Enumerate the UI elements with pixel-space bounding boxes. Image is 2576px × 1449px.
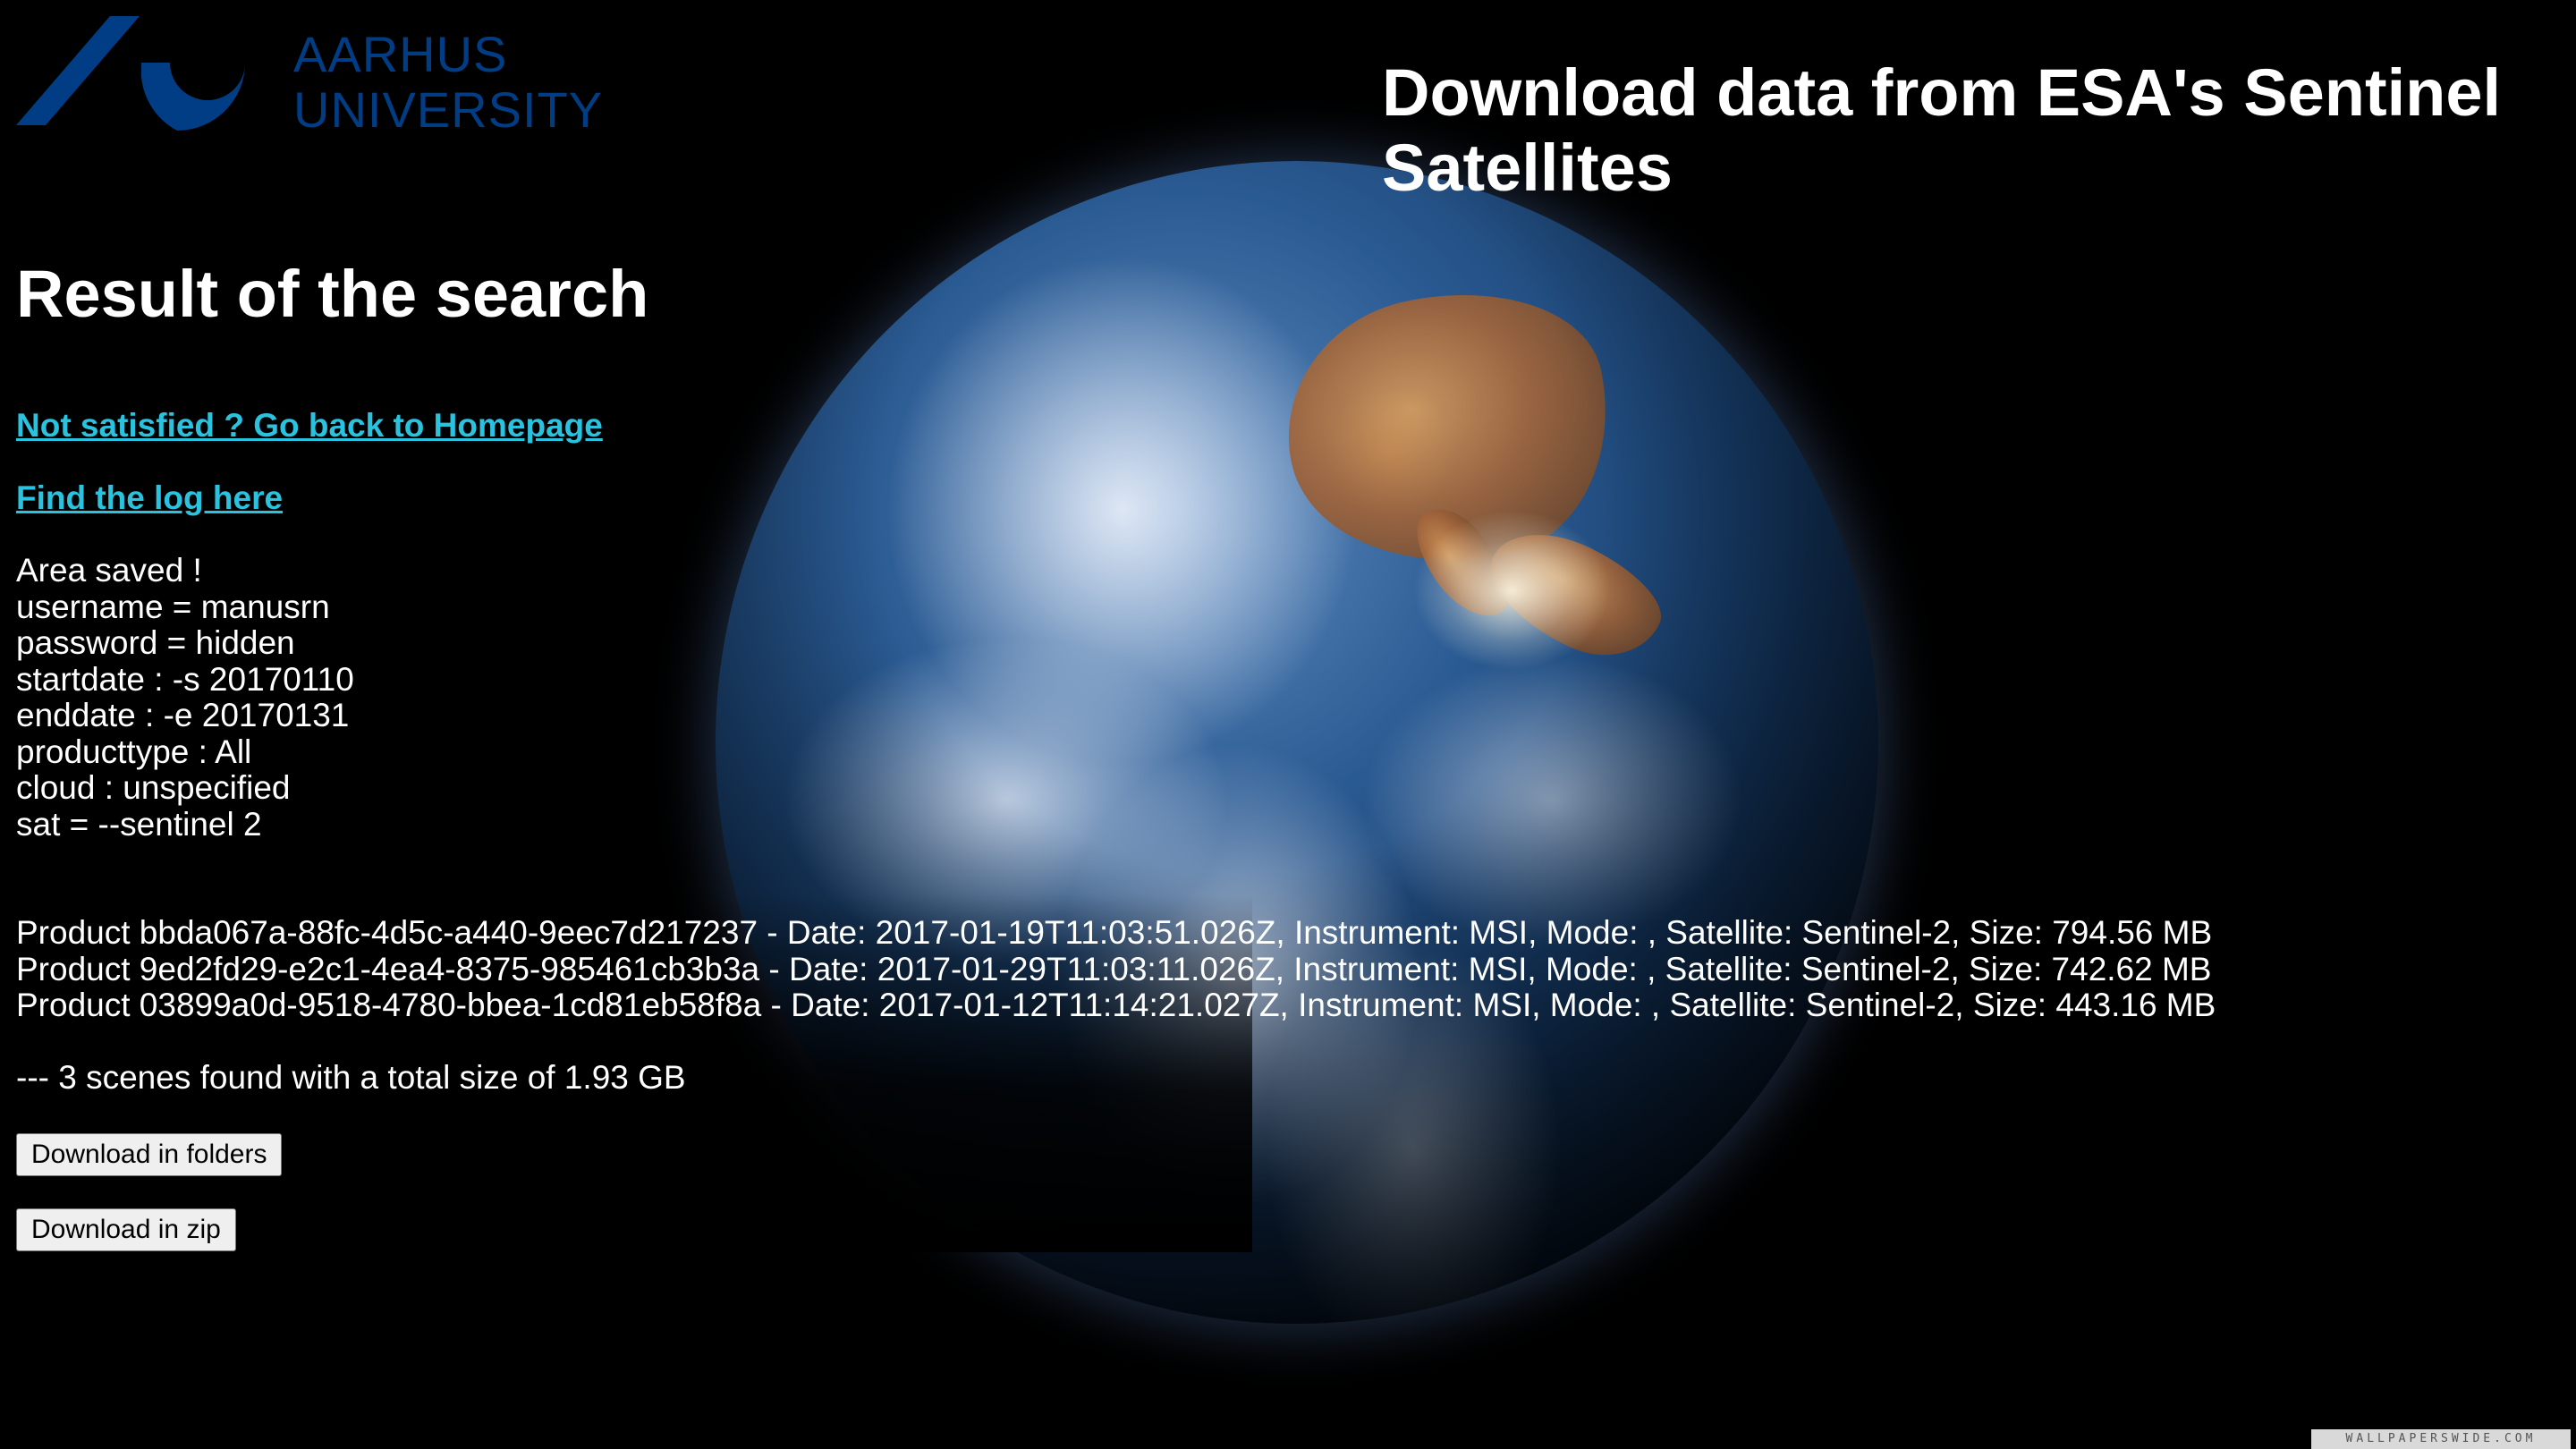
param-line: producttype : All bbox=[16, 733, 252, 770]
logo-line-2: UNIVERSITY bbox=[293, 81, 604, 138]
param-line: username = manusrn bbox=[16, 588, 330, 625]
param-line: enddate : -e 20170131 bbox=[16, 697, 350, 733]
product-line: Product 03899a0d-9518-4780-bbea-1cd81eb5… bbox=[16, 987, 2216, 1023]
results-summary: --- 3 scenes found with a total size of … bbox=[16, 1059, 686, 1096]
wallpaper-watermark: WALLPAPERSWIDE.COM bbox=[2311, 1429, 2571, 1449]
product-line: Product 9ed2fd29-e2c1-4ea4-8375-985461cb… bbox=[16, 950, 2212, 987]
search-parameters: Area saved ! username = manusrn password… bbox=[16, 552, 2342, 843]
log-link[interactable]: Find the log here bbox=[16, 479, 283, 517]
site-title: Download data from ESA's Sentinel Satell… bbox=[1382, 55, 2502, 205]
homepage-link[interactable]: Not satisfied ? Go back to Homepage bbox=[16, 407, 603, 445]
param-line: Area saved ! bbox=[16, 552, 202, 589]
param-line: startdate : -s 20170110 bbox=[16, 660, 354, 698]
download-zip-row: Download in zip bbox=[16, 1208, 236, 1251]
param-line: cloud : unspecified bbox=[16, 769, 291, 806]
download-in-folders-button[interactable]: Download in folders bbox=[16, 1133, 283, 1176]
logo-line-1: AARHUS bbox=[293, 26, 508, 82]
param-line: password = hidden bbox=[16, 624, 295, 661]
download-folders-row: Download in folders bbox=[16, 1133, 283, 1176]
aarhus-university-logo: AARHUS UNIVERSITY bbox=[16, 16, 602, 141]
product-list: Product bbda067a-88fc-4d5c-a440-9eec7d21… bbox=[16, 914, 2342, 1024]
search-results: Not satisfied ? Go back to Homepage Find… bbox=[16, 407, 2342, 1251]
download-in-zip-button[interactable]: Download in zip bbox=[16, 1208, 236, 1251]
page-title: Result of the search bbox=[16, 257, 649, 331]
product-line: Product bbda067a-88fc-4d5c-a440-9eec7d21… bbox=[16, 914, 2213, 951]
logo-wordmark: AARHUS UNIVERSITY bbox=[293, 27, 603, 138]
au-logo-mark-icon bbox=[16, 16, 245, 131]
param-line: sat = --sentinel 2 bbox=[16, 805, 262, 843]
